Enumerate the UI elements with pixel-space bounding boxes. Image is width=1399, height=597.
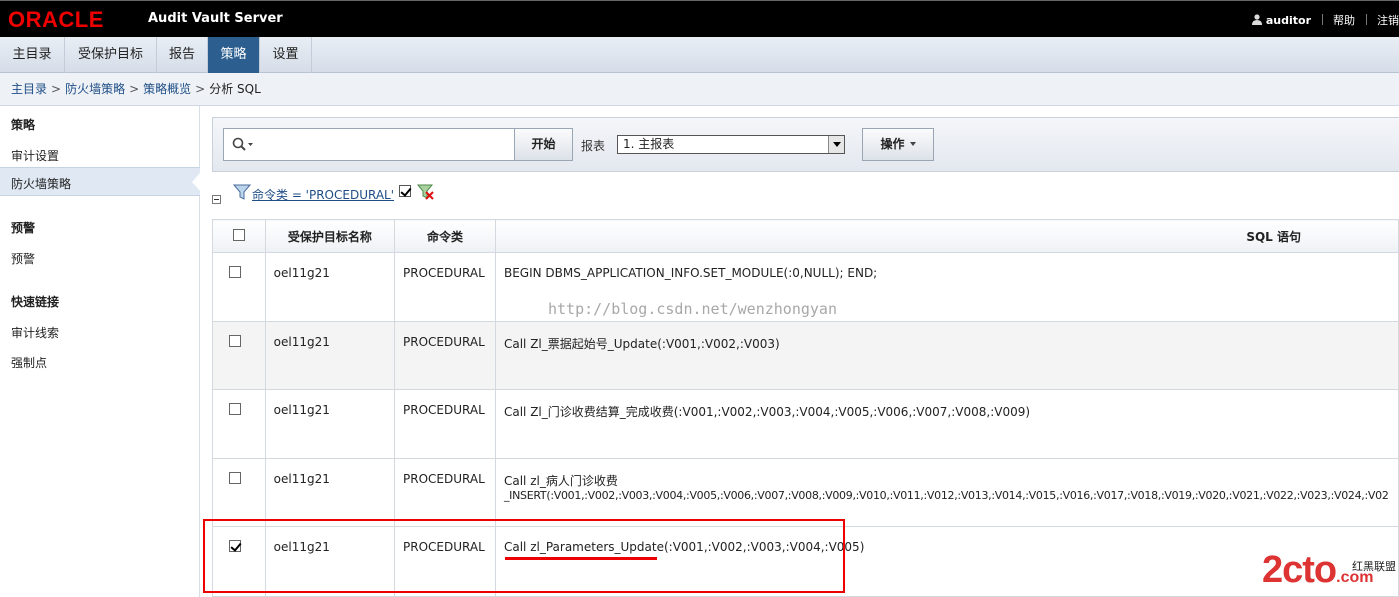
sql-cell: Call Zl_票据起始号_Update(:V001,:V002,:V003): [494, 321, 1399, 390]
report-select-value: 1. 主报表: [623, 137, 675, 151]
target-cell: oel11g21: [264, 458, 396, 527]
row-select-cell: [212, 458, 266, 527]
watermark-url: http://blog.csdn.net/wenzhongyan: [548, 300, 837, 318]
sidebar-heading-quick-links: 快速链接: [11, 295, 60, 309]
target-cell: oel11g21: [264, 252, 396, 322]
sql-text: Call zl_病人门诊收费: [503, 474, 618, 488]
command-cell: PROCEDURAL: [394, 321, 496, 390]
select-all-checkbox[interactable]: [232, 228, 245, 241]
collapse-icon[interactable]: [212, 195, 221, 204]
remove-filter-icon[interactable]: [417, 183, 435, 201]
divider: [1321, 14, 1323, 25]
breadcrumb-policy-overview[interactable]: 策略概览: [143, 82, 191, 96]
top-bar: ORACLE Audit Vault Server auditor 帮助 注销: [0, 0, 1399, 37]
row-checkbox[interactable]: [228, 266, 241, 278]
row-select-cell: [212, 389, 266, 459]
column-header-target[interactable]: 受保护目标名称: [264, 219, 396, 253]
main-tabs: 主目录 受保护目标 报告 策略 设置: [0, 37, 1399, 73]
command-cell: PROCEDURAL: [394, 389, 496, 459]
main-content: 开始 报表 1. 主报表 操作 命令类 = 'PROCEDURAL' 受保护目标…: [201, 106, 1399, 597]
oracle-logo: ORACLE: [8, 7, 104, 32]
user-menu[interactable]: auditor: [1251, 13, 1311, 27]
target-cell: oel11g21: [264, 526, 396, 597]
breadcrumb-sep: >: [51, 82, 62, 96]
sidebar-heading-policy: 策略: [11, 118, 36, 132]
filter-funnel-icon: [233, 184, 251, 200]
row-select-cell: [212, 526, 266, 597]
go-button[interactable]: 开始: [514, 128, 573, 161]
sql-cell: Call zl_病人门诊收费 _INSERT(:V001,:V002,:V003,…: [494, 458, 1399, 527]
highlight-underline: [505, 557, 657, 560]
column-header-sql[interactable]: SQL 语句: [494, 219, 1399, 253]
sidebar: 策略 审计设置 防火墙策略 预警 预警 快速链接 审计线索 强制点: [0, 106, 201, 597]
row-checkbox[interactable]: [228, 540, 241, 552]
table-row[interactable]: oel11g21 PROCEDURAL Call Zl_门诊收费结算_完成收费(…: [212, 389, 1399, 459]
column-header-command-class[interactable]: 命令类: [394, 219, 496, 253]
row-checkbox[interactable]: [228, 403, 241, 415]
command-cell: PROCEDURAL: [394, 458, 496, 527]
table-header-row: 受保护目标名称 命令类 SQL 语句: [212, 219, 1399, 253]
table-row[interactable]: oel11g21 PROCEDURAL Call Zl_票据起始号_Update…: [212, 321, 1399, 390]
sql-text: Call Zl_票据起始号_Update(:V001,:V002,:V003): [503, 337, 780, 351]
breadcrumb: 主目录 > 防火墙策略 > 策略概览 > 分析 SQL: [0, 73, 1399, 106]
divider: [1365, 14, 1367, 25]
sidebar-item-alerts[interactable]: 预警: [11, 250, 35, 267]
user-icon: [1251, 14, 1262, 25]
sql-cell: Call Zl_门诊收费结算_完成收费(:V001,:V002,:V003,:V…: [494, 389, 1399, 459]
sql-table: 受保护目标名称 命令类 SQL 语句 oel11g21 PROCEDURAL B…: [212, 219, 1399, 597]
sidebar-item-firewall-policy[interactable]: 防火墙策略: [0, 167, 201, 196]
top-links: auditor 帮助 注销: [1251, 12, 1399, 28]
row-checkbox[interactable]: [228, 472, 241, 484]
selected-arrow: [192, 172, 201, 192]
tab-protected-targets[interactable]: 受保护目标: [65, 37, 157, 73]
sql-text: Call Zl_门诊收费结算_完成收费(:V001,:V002,:V003,:V…: [503, 405, 1031, 419]
sidebar-heading-alerts: 预警: [11, 221, 36, 235]
search-input[interactable]: [223, 128, 515, 161]
sidebar-item-audit-settings[interactable]: 审计设置: [11, 147, 59, 164]
table-row[interactable]: oel11g21 PROCEDURAL Call zl_病人门诊收费 _INSER…: [212, 458, 1399, 527]
actions-label: 操作: [880, 137, 905, 151]
report-toolbar: 开始 报表 1. 主报表 操作: [212, 117, 1399, 172]
filter-text[interactable]: 命令类 = 'PROCEDURAL': [252, 186, 394, 203]
breadcrumb-sep: >: [129, 82, 140, 96]
target-cell: oel11g21: [264, 389, 396, 459]
breadcrumb-sep: >: [195, 82, 206, 96]
table-row[interactable]: oel11g21 PROCEDURAL Call zl_Parameters_U…: [212, 526, 1399, 597]
report-label: 报表: [581, 139, 606, 153]
row-checkbox[interactable]: [228, 335, 241, 347]
dropdown-arrow-icon[interactable]: [828, 136, 844, 153]
target-cell: oel11g21: [264, 321, 396, 390]
tab-policy[interactable]: 策略: [208, 37, 260, 73]
user-name: auditor: [1265, 14, 1311, 27]
brand-main: 2cto: [1262, 549, 1337, 591]
tab-home[interactable]: 主目录: [0, 37, 65, 73]
sql-text-continued: _INSERT(:V001,:V002,:V003,:V004,:V005,:V…: [503, 489, 1389, 502]
sidebar-item-enforcement-points[interactable]: 强制点: [11, 354, 47, 371]
logout-link[interactable]: 注销: [1377, 12, 1399, 28]
sidebar-item-label: 防火墙策略: [11, 177, 72, 191]
row-select-cell: [212, 321, 266, 390]
row-select-cell: [212, 252, 266, 322]
sql-text: BEGIN DBMS_APPLICATION_INFO.SET_MODULE(:…: [503, 266, 878, 280]
breadcrumb-firewall-policy[interactable]: 防火墙策略: [65, 82, 125, 96]
report-select[interactable]: 1. 主报表: [617, 135, 845, 154]
brand-subtitle: 红黑联盟: [1352, 560, 1396, 573]
command-cell: PROCEDURAL: [394, 526, 496, 597]
sidebar-item-audit-trail[interactable]: 审计线索: [11, 324, 59, 341]
help-link[interactable]: 帮助: [1333, 12, 1355, 28]
caret-down-icon: [909, 142, 916, 146]
app-title: Audit Vault Server: [148, 11, 283, 26]
sql-text: Call zl_Parameters_Update(:V001,:V002,:V…: [503, 540, 865, 554]
command-cell: PROCEDURAL: [394, 252, 496, 322]
breadcrumb-home[interactable]: 主目录: [11, 82, 47, 96]
actions-button[interactable]: 操作: [862, 128, 934, 161]
select-all-header: [212, 219, 266, 253]
search-icon[interactable]: [232, 137, 254, 153]
tab-settings[interactable]: 设置: [260, 37, 312, 73]
filter-enable-checkbox[interactable]: [399, 185, 411, 197]
breadcrumb-current: 分析 SQL: [209, 82, 261, 96]
tab-reports[interactable]: 报告: [157, 37, 208, 73]
